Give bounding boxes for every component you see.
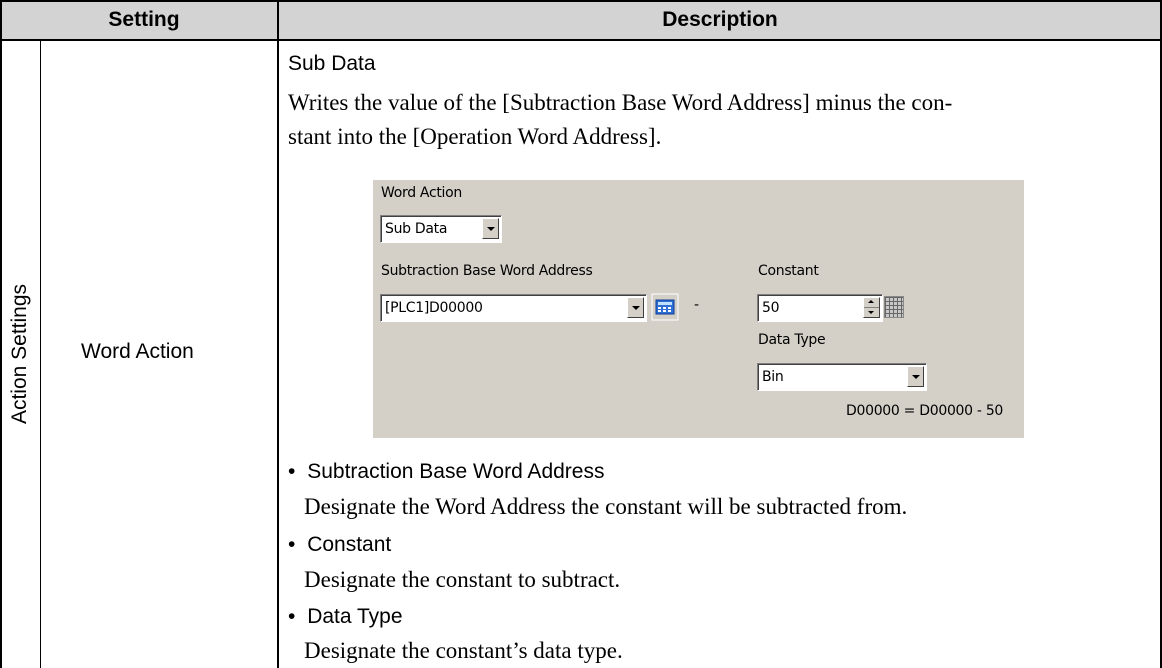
bullet-title: Subtraction Base Word Address [307,460,605,483]
bullet-title: Data Type [307,605,403,628]
header-divider [0,39,1162,41]
bullet-text: Designate the constant’s data type. [304,638,623,663]
constant-field-label: Constant [758,263,819,279]
group-divider [40,40,41,668]
base-address-field-label: Subtraction Base Word Address [381,263,593,279]
base-address-select[interactable]: [PLC1]D00000 [380,294,647,322]
data-type-select[interactable]: Bin [757,363,927,391]
word-action-label: Word Action [81,340,194,363]
bullet-item-data-type: • Data Type [288,605,403,629]
dropdown-arrow-icon[interactable] [907,366,924,387]
column-divider [277,0,279,668]
word-action-dialog: Word Action Sub Data Subtraction Base Wo… [373,180,1024,438]
calculator-icon[interactable] [651,293,679,321]
bullet-item-base-address: • Subtraction Base Word Address [288,460,604,484]
header-description: Description [662,8,778,31]
constant-input[interactable]: 50 [757,294,883,322]
constant-input-value: 50 [762,300,780,316]
word-action-field-label: Word Action [381,185,462,201]
description-heading: Sub Data [288,52,376,75]
bullet-icon: • [288,533,296,556]
bullet-text: Designate the Word Address the constant … [304,494,908,519]
bullet-text: Designate the constant to subtract. [304,567,621,592]
data-type-select-value: Bin [762,369,784,385]
description-line-2: stant into the [Operation Word Address]. [288,124,662,149]
description-line-1: Writes the value of the [Subtraction Bas… [288,90,953,115]
spin-arrows-icon[interactable] [863,297,880,318]
word-action-select[interactable]: Sub Data [380,215,502,243]
bullet-title: Constant [307,533,392,556]
formula-text: D00000 = D00000 - 50 [846,403,1004,419]
header-setting: Setting [108,8,180,31]
keypad-icon[interactable] [884,296,904,318]
action-settings-cell: Action Settings [0,40,40,668]
bullet-icon: • [288,605,296,628]
bullet-item-constant: • Constant [288,533,391,557]
settings-table: Setting Description Action Settings Word… [0,0,1162,668]
table-border-top [0,0,1162,2]
word-action-select-value: Sub Data [385,221,448,237]
data-type-field-label: Data Type [758,332,826,348]
minus-sign: - [694,297,699,313]
bullet-icon: • [288,460,296,483]
dropdown-arrow-icon[interactable] [627,297,644,318]
action-settings-label: Action Settings [8,283,31,425]
dropdown-arrow-icon[interactable] [482,218,499,239]
base-address-select-value: [PLC1]D00000 [385,300,483,316]
